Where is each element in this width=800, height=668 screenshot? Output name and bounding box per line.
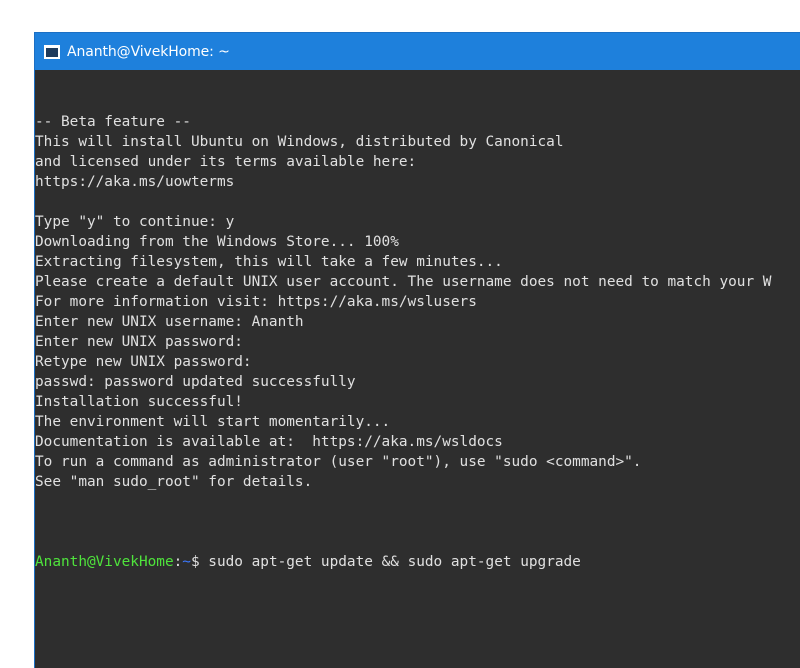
typed-command: sudo apt-get update && sudo apt-get upgr… [208,554,581,570]
terminal-line: -- Beta feature -- [35,114,191,130]
terminal-line: To run a command as administrator (user … [35,454,642,470]
terminal-line: Type "y" to continue: y [35,214,235,230]
terminal-line: passwd: password updated successfully [35,374,356,390]
window-title: Ananth@VivekHome: ~ [67,43,230,60]
terminal-line: The environment will start momentarily..… [35,414,391,430]
terminal-line: Enter new UNIX username: Ananth [35,314,304,330]
prompt-symbol: $ [190,554,209,570]
title-bar[interactable]: Ananth@VivekHome: ~ [35,33,800,70]
terminal-line: Downloading from the Windows Store... 10… [35,234,399,250]
terminal-window: Ananth@VivekHome: ~ -- Beta feature -- Th… [34,32,800,668]
prompt-separator: : [173,554,183,570]
terminal-line: Retype new UNIX password: [35,354,252,370]
terminal-line: For more information visit: https://aka.… [35,294,477,310]
terminal-line: See "man sudo_root" for details. [35,474,313,490]
terminal-line: and licensed under its terms available h… [35,154,417,170]
prompt-line: Ananth@VivekHome:~$ sudo apt-get update … [35,552,800,572]
terminal-line: https://aka.ms/uowterms [35,174,235,190]
terminal-line: This will install Ubuntu on Windows, dis… [35,134,564,150]
terminal-line: Documentation is available at: https://a… [35,434,503,450]
prompt-path: ~ [182,554,191,570]
terminal-icon [44,44,60,60]
terminal-line: Enter new UNIX password: [35,334,243,350]
terminal-line: Installation successful! [35,394,243,410]
terminal-output[interactable]: -- Beta feature -- This will install Ubun… [35,70,800,668]
terminal-line: Extracting filesystem, this will take a … [35,254,503,270]
prompt-user-host: Ananth@VivekHome [35,554,174,570]
terminal-lines: -- Beta feature -- This will install Ubun… [35,112,800,512]
terminal-line: Please create a default UNIX user accoun… [35,274,772,290]
